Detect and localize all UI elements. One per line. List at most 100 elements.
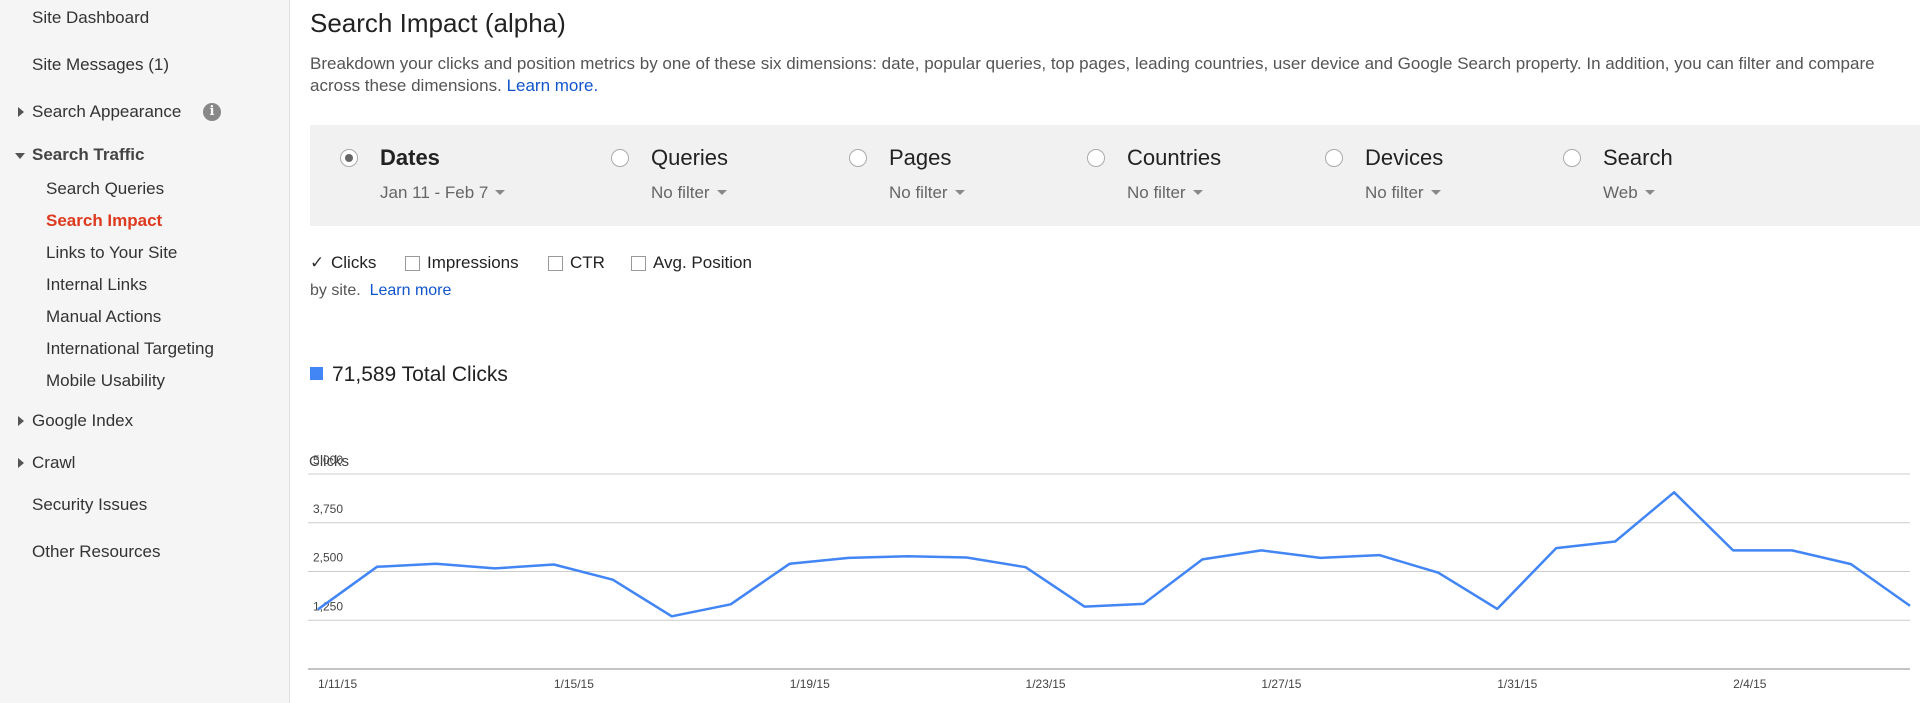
dimension-selector: Dates Jan 11 - Feb 7 Queries No filter P…	[310, 125, 1920, 226]
metric-ctr[interactable]: CTR	[548, 253, 605, 273]
data-point	[1672, 490, 1676, 494]
countries-filter-dropdown[interactable]: No filter	[1127, 183, 1203, 203]
data-point	[1024, 565, 1028, 569]
sidebar-item-google-index[interactable]: Google Index	[32, 411, 133, 431]
total-clicks-summary: 71,589 Total Clicks	[310, 363, 508, 387]
x-tick-label: 2/4/15	[1733, 677, 1767, 691]
clicks-line-chart: Clicks1,2502,5003,7505,0001/11/15 1/15/15…	[308, 453, 1912, 691]
sidebar-item-security-issues[interactable]: Security Issues	[32, 495, 147, 515]
metric-label: Impressions	[427, 253, 519, 272]
sidebar-item-international-targeting[interactable]: International Targeting	[46, 339, 214, 359]
sidebar: Site Dashboard Site Messages (1) Search …	[0, 0, 290, 703]
x-tick-label: 1/27/15	[1261, 677, 1301, 691]
sidebar-item-site-dashboard[interactable]: Site Dashboard	[32, 8, 149, 28]
by-site-learn-more-link[interactable]: Learn more	[370, 282, 452, 299]
caret-down-icon	[1644, 190, 1655, 195]
queries-filter-dropdown[interactable]: No filter	[651, 183, 727, 203]
y-tick-label: 2,500	[313, 551, 343, 565]
sidebar-item-manual-actions[interactable]: Manual Actions	[46, 307, 161, 327]
filter-value: No filter	[651, 183, 710, 202]
caret-down-icon	[495, 190, 506, 195]
metric-label: CTR	[570, 253, 605, 272]
legend-swatch	[310, 367, 323, 380]
checkbox-impressions[interactable]	[405, 256, 420, 271]
data-point	[1554, 546, 1558, 550]
data-point	[316, 607, 320, 611]
dimension-label: Dates	[380, 145, 440, 170]
data-point	[1200, 557, 1204, 561]
data-point	[1731, 548, 1735, 552]
metric-label: Clicks	[331, 253, 377, 272]
sidebar-item-search-traffic[interactable]: Search Traffic	[32, 145, 144, 165]
devices-filter-dropdown[interactable]: No filter	[1365, 183, 1441, 203]
caret-down-icon	[1192, 190, 1203, 195]
data-point	[1377, 553, 1381, 557]
search-filter-dropdown[interactable]: Web	[1603, 183, 1655, 203]
sidebar-item-crawl[interactable]: Crawl	[32, 453, 75, 473]
radio-search[interactable]	[1563, 149, 1581, 167]
data-point	[552, 562, 556, 566]
x-tick-label: 1/11/15	[318, 677, 357, 691]
checkbox-ctr[interactable]	[548, 256, 563, 271]
data-point	[670, 614, 674, 618]
by-site-text: by site.	[310, 282, 361, 299]
sidebar-item-search-impact[interactable]: Search Impact	[46, 211, 162, 231]
checkmark-icon: ✓	[310, 253, 325, 272]
data-point	[1495, 607, 1499, 611]
filter-value: Jan 11 - Feb 7	[380, 183, 489, 202]
data-point	[611, 578, 615, 582]
page-title: Search Impact (alpha)	[310, 8, 566, 38]
collapse-arrow-icon[interactable]	[15, 153, 25, 159]
filter-value: No filter	[889, 183, 948, 202]
caret-down-icon	[1430, 190, 1441, 195]
data-point	[1790, 548, 1794, 552]
page-description: Breakdown your clicks and position metri…	[310, 53, 1920, 97]
radio-countries[interactable]	[1087, 149, 1105, 167]
sidebar-item-search-queries[interactable]: Search Queries	[46, 179, 164, 199]
learn-more-link[interactable]: Learn more.	[507, 76, 599, 95]
sidebar-item-mobile-usability[interactable]: Mobile Usability	[46, 371, 165, 391]
caret-down-icon	[954, 190, 965, 195]
data-point	[1908, 604, 1912, 608]
expand-arrow-icon[interactable]	[18, 107, 24, 117]
expand-arrow-icon[interactable]	[18, 458, 24, 468]
metric-label: Avg. Position	[653, 253, 752, 272]
dimension-label: Devices	[1365, 145, 1444, 170]
sidebar-item-site-messages[interactable]: Site Messages (1)	[32, 55, 169, 75]
radio-devices[interactable]	[1325, 149, 1343, 167]
dimension-label: Search	[1603, 145, 1673, 170]
data-point	[493, 566, 497, 570]
sidebar-item-search-appearance[interactable]: Search Appearance	[32, 102, 181, 122]
sidebar-item-internal-links[interactable]: Internal Links	[46, 275, 147, 295]
series-line-clicks	[317, 491, 1911, 618]
metric-clicks[interactable]: ✓ Clicks	[310, 253, 376, 273]
sidebar-item-links-to-your-site[interactable]: Links to Your Site	[46, 243, 177, 263]
data-point	[1318, 556, 1322, 560]
dimension-label: Queries	[651, 145, 729, 170]
pages-filter-dropdown[interactable]: No filter	[889, 183, 965, 203]
x-tick-label: 1/19/15	[790, 677, 830, 691]
data-point	[1259, 548, 1263, 552]
dimension-label: Countries	[1127, 145, 1222, 170]
filter-value: No filter	[1365, 183, 1424, 202]
data-point	[965, 555, 969, 559]
data-point	[906, 554, 910, 558]
filter-value: Web	[1603, 183, 1638, 202]
metric-avg-position[interactable]: Avg. Position	[631, 253, 752, 273]
data-point	[434, 562, 438, 566]
filter-value: No filter	[1127, 183, 1186, 202]
x-tick-label: 1/15/15	[554, 677, 594, 691]
checkbox-avg-position[interactable]	[631, 256, 646, 271]
sidebar-item-other-resources[interactable]: Other Resources	[32, 542, 161, 562]
expand-arrow-icon[interactable]	[18, 416, 24, 426]
info-icon[interactable]: i	[203, 103, 221, 121]
by-site-note: by site. Learn more	[310, 282, 451, 300]
metric-impressions[interactable]: Impressions	[405, 253, 519, 273]
x-tick-label: 1/23/15	[1026, 677, 1066, 691]
radio-pages[interactable]	[849, 149, 867, 167]
radio-dates[interactable]	[340, 149, 358, 167]
data-point	[1613, 539, 1617, 543]
radio-queries[interactable]	[611, 149, 629, 167]
data-point	[375, 565, 379, 569]
dates-filter-dropdown[interactable]: Jan 11 - Feb 7	[380, 183, 506, 203]
